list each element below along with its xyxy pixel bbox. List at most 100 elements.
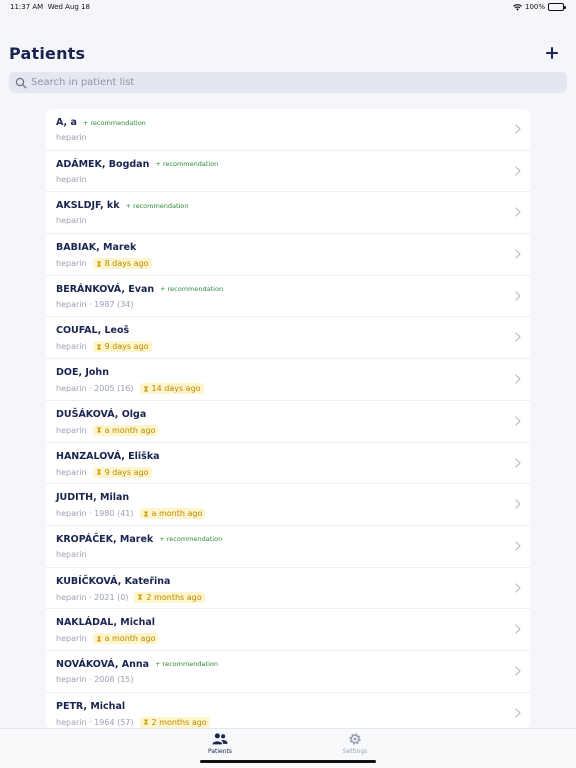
chevron-right-icon xyxy=(515,166,521,176)
patient-detail: heparin xyxy=(56,467,87,477)
chevron-right-icon xyxy=(515,708,521,718)
patient-row[interactable]: DOE, John heparin · 2005 (16) 14 days ago xyxy=(46,359,530,401)
patient-name-line: KROPÁČEK, Marek + recommendation xyxy=(56,534,222,545)
recommendation-badge: + recommendation xyxy=(82,118,146,127)
search-input[interactable] xyxy=(31,77,531,88)
patient-row[interactable]: A, a + recommendation heparin xyxy=(46,109,530,151)
patient-detail-line: heparin 9 days ago xyxy=(56,466,152,478)
patient-detail: heparin xyxy=(56,342,87,352)
status-bar: 11:37 AM Wed Aug 18 100% xyxy=(0,0,576,16)
patient-name: COUFAL, Leoš xyxy=(56,325,130,337)
patient-name: DOE, John xyxy=(56,367,109,379)
patient-row[interactable]: NOVÁKOVÁ, Anna + recommendation heparin · … xyxy=(46,651,530,693)
last-visit-text: 14 days ago xyxy=(151,384,201,394)
patient-name: A, a xyxy=(56,117,77,128)
patient-row[interactable]: BERÁNKOVÁ, Evan + recommendation heparin ·… xyxy=(46,276,530,318)
patient-name-line: DUŠÁKOVÁ, Olga xyxy=(56,409,146,420)
patient-detail: heparin xyxy=(56,634,87,644)
patient-row[interactable]: KROPÁČEK, Marek + recommendation heparin xyxy=(46,526,530,568)
patient-name-line: BABIAK, Marek xyxy=(56,242,136,253)
last-visit-badge: 9 days ago xyxy=(92,341,152,353)
last-visit-badge: 8 days ago xyxy=(92,258,152,270)
hourglass-icon xyxy=(96,344,102,350)
tab-settings-label: Settings xyxy=(342,748,368,755)
patient-row[interactable]: BABIAK, Marek heparin 8 days ago xyxy=(46,234,530,276)
patient-row[interactable]: AKSLDJF, kk + recommendation heparin xyxy=(46,192,530,235)
hourglass-icon xyxy=(96,261,102,267)
patient-detail-line: heparin 8 days ago xyxy=(56,258,152,270)
patient-name: BERÁNKOVÁ, Evan xyxy=(56,283,155,295)
patient-detail: heparin xyxy=(56,216,87,226)
patient-name: KROPÁČEK, Marek xyxy=(56,533,154,545)
patient-detail-line: heparin xyxy=(56,550,87,559)
patient-row[interactable]: HANZALOVÁ, Eliška heparin 9 days ago xyxy=(46,443,530,485)
chevron-right-icon xyxy=(515,249,521,259)
search-bar[interactable] xyxy=(9,72,567,93)
patient-name: ADÁMEK, Bogdan xyxy=(56,158,150,170)
patient-detail-line: heparin · 2021 (0) 2 months ago xyxy=(56,591,205,603)
patient-detail: heparin · 2006 (15) xyxy=(56,674,134,684)
recommendation-badge: + recommendation xyxy=(155,160,219,169)
recommendation-badge: + recommendation xyxy=(155,660,218,669)
chevron-right-icon xyxy=(515,624,521,634)
patient-name-line: BERÁNKOVÁ, Evan + recommendation xyxy=(56,284,223,295)
patient-name-line: JUDITH, Milan xyxy=(56,492,129,503)
last-visit-badge: 2 months ago xyxy=(139,716,210,728)
hourglass-icon xyxy=(96,636,102,642)
tab-patients-label: Patients xyxy=(207,748,233,755)
chevron-right-icon xyxy=(515,582,521,593)
patient-row[interactable]: ADÁMEK, Bogdan + recommendation heparin xyxy=(46,151,530,193)
recommendation-badge: + recommendation xyxy=(125,201,189,210)
patient-name-line: HANZALOVÁ, Eliška xyxy=(56,451,160,462)
hourglass-icon xyxy=(96,469,102,475)
patient-name-line: A, a + recommendation xyxy=(56,117,146,128)
last-visit-badge: 2 months ago xyxy=(134,591,205,603)
patient-row[interactable]: DUŠÁKOVÁ, Olga heparin a month ago xyxy=(46,401,530,443)
battery-icon xyxy=(548,3,566,11)
chevron-right-icon xyxy=(515,541,521,551)
patient-detail: heparin xyxy=(56,259,87,269)
chevron-right-icon xyxy=(515,666,521,676)
patient-name-line: DOE, John xyxy=(56,367,109,378)
patient-detail-line: heparin · 2005 (16) 14 days ago xyxy=(56,383,204,395)
home-indicator xyxy=(200,760,376,763)
hourglass-icon xyxy=(143,511,149,517)
patient-detail-line: heparin a month ago xyxy=(56,424,159,436)
patient-name: NOVÁKOVÁ, Anna xyxy=(56,658,150,670)
chevron-right-icon xyxy=(515,332,521,343)
last-visit-badge: a month ago xyxy=(92,633,159,645)
add-patient-button[interactable] xyxy=(544,45,560,61)
patient-row[interactable]: NAKLÁDAL, Michal heparin a month ago xyxy=(46,609,530,651)
patient-name: KUBÍČKOVÁ, Kateřina xyxy=(56,575,171,587)
patient-row[interactable]: COUFAL, Leoš heparin 9 days ago xyxy=(46,317,530,360)
patient-name-line: NOVÁKOVÁ, Anna + recommendation xyxy=(56,659,218,670)
patient-name: HANZALOVÁ, Eliška xyxy=(56,450,160,462)
chevron-right-icon xyxy=(515,291,521,301)
recommendation-badge: + recommendation xyxy=(160,285,224,294)
patient-detail-line: heparin · 1980 (41) a month ago xyxy=(56,508,206,520)
last-visit-text: 2 months ago xyxy=(151,717,207,727)
patient-row[interactable]: PETR, Michal heparin · 1964 (57) 2 months … xyxy=(46,693,530,729)
last-visit-text: a month ago xyxy=(104,634,156,644)
tab-patients[interactable]: Patients xyxy=(190,732,250,755)
patient-detail: heparin · 2021 (0) xyxy=(56,592,129,602)
patient-detail: heparin · 2005 (16) xyxy=(56,384,134,394)
patient-detail-line: heparin xyxy=(56,133,87,142)
status-right: 100% xyxy=(513,3,566,11)
tab-settings[interactable]: Settings xyxy=(325,732,385,755)
last-visit-text: 2 months ago xyxy=(146,592,202,602)
chevron-right-icon xyxy=(515,416,521,426)
last-visit-text: 9 days ago xyxy=(104,342,149,352)
patient-name-line: PETR, Michal xyxy=(56,701,125,712)
patient-name-line: ADÁMEK, Bogdan + recommendation xyxy=(56,159,218,170)
chevron-right-icon xyxy=(515,499,521,509)
patient-name-line: NAKLÁDAL, Michal xyxy=(56,617,155,628)
last-visit-text: 9 days ago xyxy=(104,467,149,477)
patient-detail-line: heparin · 2006 (15) xyxy=(56,675,134,684)
gear-icon xyxy=(349,733,361,745)
last-visit-badge: 9 days ago xyxy=(92,466,152,478)
patient-row[interactable]: JUDITH, Milan heparin · 1980 (41) a month … xyxy=(46,484,530,526)
patient-detail: heparin xyxy=(56,425,87,435)
patient-row[interactable]: KUBÍČKOVÁ, Kateřina heparin · 2021 (0) 2 m… xyxy=(46,568,530,610)
chevron-right-icon xyxy=(515,457,521,468)
